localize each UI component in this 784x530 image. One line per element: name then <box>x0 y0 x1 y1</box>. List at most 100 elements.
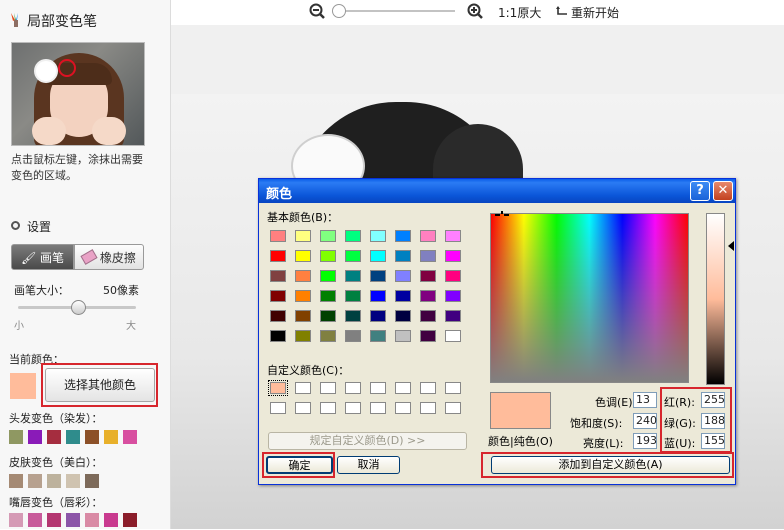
custom-color-cell[interactable] <box>295 402 311 414</box>
basic-color-cell[interactable] <box>320 270 336 282</box>
define-custom-colors-button[interactable]: 规定自定义颜色(D) >> <box>268 432 467 450</box>
color-spectrum[interactable] <box>490 213 689 383</box>
original-size-button[interactable]: 1:1原大 <box>498 4 541 21</box>
basic-color-cell[interactable] <box>420 250 436 262</box>
skin-color-swatch[interactable] <box>47 474 61 488</box>
custom-color-cell[interactable] <box>270 402 286 414</box>
basic-color-cell[interactable] <box>345 330 361 342</box>
basic-color-cell[interactable] <box>370 250 386 262</box>
basic-color-cell[interactable] <box>445 230 461 242</box>
saturation-field[interactable]: 240 <box>633 413 657 429</box>
hair-color-swatch[interactable] <box>9 430 23 444</box>
basic-color-cell[interactable] <box>295 290 311 302</box>
hair-color-swatch[interactable] <box>28 430 42 444</box>
eraser-tool-button[interactable]: 橡皮擦 <box>74 244 144 270</box>
basic-color-cell[interactable] <box>345 230 361 242</box>
basic-color-cell[interactable] <box>270 250 286 262</box>
lip-color-swatch[interactable] <box>123 513 137 527</box>
basic-color-cell[interactable] <box>395 270 411 282</box>
basic-color-cell[interactable] <box>420 330 436 342</box>
hair-color-swatch[interactable] <box>47 430 61 444</box>
luminance-field[interactable]: 193 <box>633 433 657 449</box>
custom-color-cell[interactable] <box>395 402 411 414</box>
basic-color-cell[interactable] <box>270 290 286 302</box>
basic-color-cell[interactable] <box>445 250 461 262</box>
custom-color-cell[interactable] <box>320 382 336 394</box>
basic-color-cell[interactable] <box>420 230 436 242</box>
custom-color-cell[interactable] <box>295 382 311 394</box>
hair-color-swatch[interactable] <box>85 430 99 444</box>
custom-color-cell[interactable] <box>420 382 436 394</box>
hair-color-swatch[interactable] <box>66 430 80 444</box>
lip-color-swatch[interactable] <box>9 513 23 527</box>
basic-color-cell[interactable] <box>345 310 361 322</box>
basic-color-cell[interactable] <box>295 330 311 342</box>
basic-color-cell[interactable] <box>295 270 311 282</box>
basic-color-cell[interactable] <box>370 230 386 242</box>
zoom-slider-track[interactable] <box>335 10 455 12</box>
zoom-in-icon[interactable] <box>467 3 483 19</box>
basic-color-cell[interactable] <box>345 270 361 282</box>
basic-color-cell[interactable] <box>320 310 336 322</box>
custom-color-cell[interactable] <box>345 402 361 414</box>
lip-color-swatch[interactable] <box>85 513 99 527</box>
basic-color-cell[interactable] <box>270 330 286 342</box>
custom-color-cell[interactable] <box>320 402 336 414</box>
hair-color-swatch[interactable] <box>104 430 118 444</box>
basic-color-cell[interactable] <box>270 230 286 242</box>
basic-color-cell[interactable] <box>395 250 411 262</box>
basic-color-cell[interactable] <box>295 310 311 322</box>
skin-color-swatch[interactable] <box>28 474 42 488</box>
basic-color-cell[interactable] <box>370 290 386 302</box>
custom-color-cell[interactable] <box>395 382 411 394</box>
skin-color-swatch[interactable] <box>85 474 99 488</box>
zoom-slider-handle[interactable] <box>332 4 346 18</box>
basic-color-cell[interactable] <box>445 290 461 302</box>
basic-color-cell[interactable] <box>395 290 411 302</box>
dialog-titlebar[interactable]: 颜色 ? ✕ <box>259 179 735 203</box>
basic-color-cell[interactable] <box>395 330 411 342</box>
basic-color-cell[interactable] <box>445 310 461 322</box>
brush-size-slider-handle[interactable] <box>71 300 86 315</box>
restart-button[interactable]: 重新开始 <box>571 4 619 21</box>
basic-color-cell[interactable] <box>295 230 311 242</box>
basic-color-cell[interactable] <box>270 310 286 322</box>
basic-color-cell[interactable] <box>295 250 311 262</box>
basic-color-cell[interactable] <box>320 250 336 262</box>
lip-color-swatch[interactable] <box>104 513 118 527</box>
close-icon[interactable]: ✕ <box>713 181 733 201</box>
hue-field[interactable]: 13 <box>633 392 657 408</box>
undo-arrow-icon[interactable] <box>555 4 569 18</box>
custom-color-cell[interactable] <box>370 382 386 394</box>
basic-color-cell[interactable] <box>370 310 386 322</box>
basic-color-cell[interactable] <box>320 290 336 302</box>
luminance-arrow-icon[interactable] <box>728 241 734 251</box>
basic-color-cell[interactable] <box>345 290 361 302</box>
help-button[interactable]: ? <box>690 181 710 201</box>
lip-color-swatch[interactable] <box>47 513 61 527</box>
basic-color-cell[interactable] <box>320 230 336 242</box>
custom-color-cell[interactable] <box>445 402 461 414</box>
basic-color-cell[interactable] <box>395 310 411 322</box>
custom-color-cell[interactable] <box>268 380 288 396</box>
skin-color-swatch[interactable] <box>66 474 80 488</box>
cancel-button[interactable]: 取消 <box>337 456 400 474</box>
basic-color-cell[interactable] <box>270 270 286 282</box>
basic-color-cell[interactable] <box>420 310 436 322</box>
custom-color-cell[interactable] <box>445 382 461 394</box>
basic-color-cell[interactable] <box>370 270 386 282</box>
custom-color-cell[interactable] <box>420 402 436 414</box>
zoom-out-icon[interactable] <box>309 3 325 19</box>
basic-color-cell[interactable] <box>420 290 436 302</box>
basic-color-cell[interactable] <box>320 330 336 342</box>
basic-color-cell[interactable] <box>395 230 411 242</box>
basic-color-cell[interactable] <box>445 270 461 282</box>
brush-tool-button[interactable]: 🖌 画笔 <box>11 244 74 270</box>
skin-color-swatch[interactable] <box>9 474 23 488</box>
custom-color-cell[interactable] <box>345 382 361 394</box>
basic-color-cell[interactable] <box>370 330 386 342</box>
basic-color-cell[interactable] <box>345 250 361 262</box>
hair-color-swatch[interactable] <box>123 430 137 444</box>
lip-color-swatch[interactable] <box>28 513 42 527</box>
luminance-bar[interactable] <box>706 213 725 385</box>
